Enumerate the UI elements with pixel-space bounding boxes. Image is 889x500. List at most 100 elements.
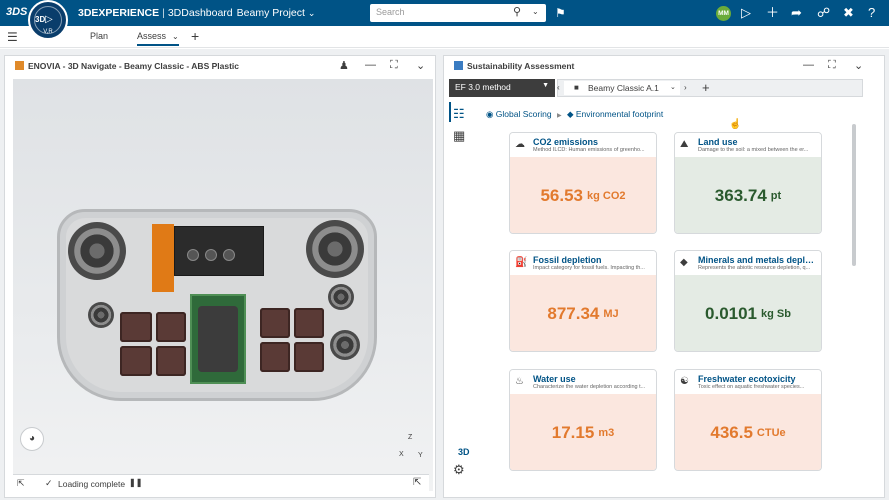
card-header: ⛽ Fossil depletion Impact category for f… [510, 251, 656, 275]
card-title: Land use [698, 137, 738, 147]
view-orientation-icon[interactable]: ◕ [20, 427, 44, 451]
impact-card-minerals-metals[interactable]: ◆ Minerals and metals deplet... Represen… [674, 250, 822, 352]
footprint-icon: ◆ [566, 109, 574, 119]
vertical-scrollbar[interactable] [852, 124, 856, 266]
grille-cell [260, 308, 290, 338]
card-description: Characterize the water depletion accordi… [533, 384, 646, 390]
chevron-down-icon[interactable]: ⌄ [308, 8, 316, 18]
viewer-status-bar: ⇱ ✓ Loading complete ❚❚ ⇱ [13, 474, 429, 492]
forward-icon[interactable]: ➦ [791, 5, 802, 21]
card-value-area: 363.74 pt [675, 157, 821, 233]
card-value-area: 0.0101 kg Sb [675, 275, 821, 351]
avatar[interactable]: MM [716, 6, 731, 21]
tag-icon[interactable]: ⚑ [555, 6, 566, 20]
card-value-area: 56.53 kg CO2 [510, 157, 656, 233]
prev-variant-icon[interactable]: ‹ [557, 83, 560, 92]
card-description: Represents the abiotic resource depletio… [698, 265, 811, 271]
compass-widget[interactable]: 3D ▷ V,R [28, 0, 68, 40]
grille-cell [156, 312, 186, 342]
breadcrumb: ◉ Global Scoring ▶ ◆ Environmental footp… [486, 109, 663, 120]
settings-icon[interactable]: ⚙ [453, 462, 465, 478]
hierarchy-view-icon[interactable]: ☷ [453, 106, 465, 122]
add-icon[interactable]: ＋ [766, 5, 779, 21]
breadcrumb-global-scoring[interactable]: Global Scoring [496, 109, 552, 119]
dashboard-menu-icon[interactable]: ☰ [7, 30, 18, 44]
selection-mode-icon[interactable]: ⇱ [17, 478, 25, 489]
network-icon[interactable]: ☍ [817, 5, 830, 21]
share-play-icon[interactable]: ▷ [741, 5, 751, 21]
breadcrumb-separator-icon: ▶ [556, 113, 562, 119]
knob [223, 249, 235, 261]
chevron-down-icon[interactable]: ⌄ [416, 59, 425, 72]
card-title: Fossil depletion [533, 255, 602, 265]
sustainability-app-icon [454, 61, 463, 70]
card-title: Freshwater ecotoxicity [698, 374, 796, 384]
pointer-tool-icon[interactable]: ⇱ [413, 477, 421, 488]
chevron-down-icon[interactable]: ⌄ [854, 59, 863, 72]
compass-play-icon[interactable]: ▷ [45, 14, 53, 25]
add-variant-icon[interactable]: + [702, 80, 710, 95]
impact-card-land-use[interactable]: ⛰ Land use Damage to the soil: a mixed b… [674, 132, 822, 234]
card-unit: m3 [598, 427, 615, 439]
collaborate-icon[interactable]: ♟ [339, 59, 349, 72]
pause-icon[interactable]: ❚❚ [129, 478, 142, 487]
impact-card-water-use[interactable]: ♨ Water use Characterize the water deple… [509, 369, 657, 471]
card-title: CO2 emissions [533, 137, 599, 147]
card-description: Damage to the soil: a mixed between the … [698, 147, 809, 153]
next-variant-icon[interactable]: › [684, 83, 687, 92]
maximize-icon[interactable]: ⛶ [390, 59, 398, 72]
widget-title-text: Sustainability Assessment [467, 61, 575, 71]
side-3d-label[interactable]: 3D [458, 447, 470, 457]
dashboard-tab-row: ☰ Plan Assess ⌄ + [0, 26, 889, 48]
impact-card-co2[interactable]: ☁ CO2 emissions Method ILCD: Human emiss… [509, 132, 657, 234]
top-bar: 3DS 3DEXPERIENCE | 3DDashboard Beamy Projec… [0, 0, 889, 26]
control-board [174, 226, 264, 276]
chevron-down-icon[interactable]: ⌄ [172, 32, 179, 41]
card-title: Minerals and metals deplet... [698, 255, 818, 265]
search-input[interactable]: Search [376, 7, 405, 17]
chevron-down-icon[interactable]: ⌄ [670, 83, 676, 91]
grid-view-icon[interactable]: ▦ [453, 128, 465, 144]
add-tab-icon[interactable]: + [191, 28, 199, 44]
3d-viewport[interactable]: ◕ Z X Y ⌃ [13, 79, 433, 497]
mouse-cursor-icon: ☝ [729, 119, 742, 130]
co2-icon: ☁ [515, 139, 525, 150]
ecotox-icon: ☯ [680, 376, 689, 387]
global-scoring-icon: ◉ [486, 109, 494, 119]
minimize-icon[interactable]: — [365, 59, 376, 71]
tweeter-left [88, 302, 114, 328]
search-options-chevron-icon[interactable]: ⌄ [532, 7, 539, 16]
tab-assess-label: Assess [137, 31, 167, 41]
variant-name[interactable]: Beamy Classic A.1 [588, 83, 659, 93]
card-header: ☯ Freshwater ecotoxicity Toxic effect on… [675, 370, 821, 394]
method-select[interactable]: EF 3.0 method ▼ [449, 79, 555, 97]
card-header: ◆ Minerals and metals deplet... Represen… [675, 251, 821, 275]
card-unit: kg Sb [761, 308, 791, 320]
help-icon[interactable]: ? [868, 5, 875, 21]
impact-card-fossil-depletion[interactable]: ⛽ Fossil depletion Impact category for f… [509, 250, 657, 352]
axis-x-label: X [399, 451, 404, 458]
variant-icon: ■ [574, 83, 579, 92]
card-description: Impact category for fossil fuels. Impact… [533, 265, 645, 271]
brand-secondary: 3DDashboard [167, 7, 233, 19]
compass-vr-label: V,R [43, 29, 53, 35]
search-box[interactable]: Search ⚲ ⌄ [370, 4, 546, 22]
maximize-icon[interactable]: ⛶ [828, 59, 836, 72]
tab-plan[interactable]: Plan [90, 31, 108, 41]
tab-assess[interactable]: Assess ⌄ [137, 31, 179, 46]
navigate-3d-widget: ENOVIA - 3D Navigate - Beamy Classic - A… [4, 55, 436, 498]
card-header: ⛰ Land use Damage to the soil: a mixed b… [675, 133, 821, 157]
widget-title: Sustainability Assessment [454, 61, 574, 71]
card-description: Toxic effect on aquatic freshwater speci… [698, 384, 805, 390]
project-name[interactable]: Beamy Project [237, 7, 305, 19]
breadcrumb-environmental-footprint[interactable]: Environmental footprint [576, 109, 663, 119]
tools-icon[interactable]: ✖ [843, 5, 854, 21]
check-icon: ✓ [45, 478, 53, 488]
impact-card-freshwater-ecotoxicity[interactable]: ☯ Freshwater ecotoxicity Toxic effect on… [674, 369, 822, 471]
grille-cell [156, 346, 186, 376]
minimize-icon[interactable]: — [803, 59, 814, 71]
water-icon: ♨ [515, 376, 524, 387]
ds-logo-icon[interactable]: 3DS [6, 6, 27, 18]
card-title: Water use [533, 374, 576, 384]
search-icon[interactable]: ⚲ [513, 5, 521, 18]
